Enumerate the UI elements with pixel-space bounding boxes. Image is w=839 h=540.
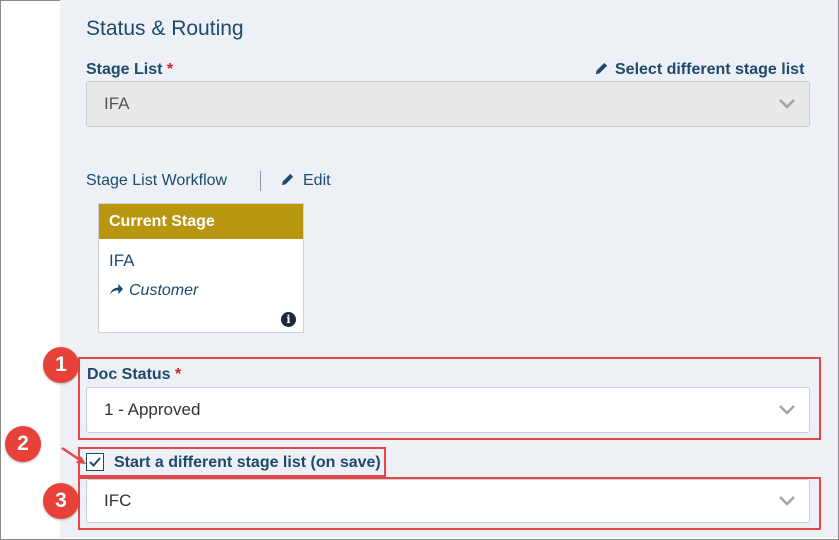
stage-list-select[interactable]: IFA <box>86 81 810 127</box>
current-stage-name: IFA <box>109 251 135 270</box>
select-different-stage-list-link[interactable]: Select different stage list <box>594 61 804 79</box>
callout-arrow-icon <box>61 446 86 464</box>
stage-list-workflow-label: Stage List Workflow <box>86 172 228 189</box>
route-target-label: Customer <box>129 282 199 299</box>
share-arrow-icon <box>110 283 123 296</box>
section-title: Status & Routing <box>86 17 244 40</box>
select-different-stage-list-label: Select different stage list <box>615 61 805 78</box>
chevron-down-icon <box>779 99 795 109</box>
stage-list-label-text: Stage List <box>86 61 163 78</box>
highlight-box-2 <box>78 447 386 477</box>
edit-label: Edit <box>303 172 331 189</box>
highlight-box-3 <box>78 477 821 530</box>
highlight-box-1 <box>78 357 821 440</box>
pencil-icon <box>595 62 608 75</box>
current-stage-card: Current Stage IFA Customer i <box>98 203 304 333</box>
divider <box>260 171 261 191</box>
pencil-icon <box>281 173 294 186</box>
annotation-badge-2: 2 <box>5 426 41 462</box>
route-target: Customer <box>109 282 198 300</box>
stage-list-label: Stage List * <box>86 61 173 79</box>
required-marker: * <box>166 61 174 78</box>
annotation-badge-3: 3 <box>43 483 79 519</box>
edit-workflow-link[interactable]: Edit <box>280 172 331 190</box>
current-stage-header: Current Stage <box>99 204 303 239</box>
info-icon[interactable]: i <box>281 312 296 327</box>
annotation-badge-1: 1 <box>43 347 79 383</box>
stage-list-value: IFA <box>104 94 130 113</box>
